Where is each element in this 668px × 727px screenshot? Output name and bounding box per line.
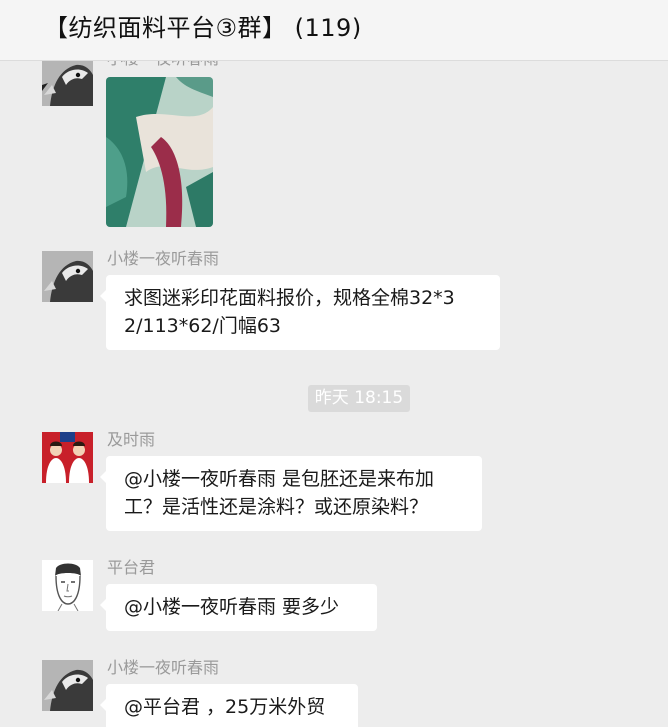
sketch-face-avatar[interactable] — [42, 560, 93, 611]
chat-area[interactable]: 小楼一夜听春雨 小楼一夜听春雨 求图迷彩印花面料报价 — [0, 61, 668, 727]
time-separator: 昨天 18:15 — [308, 385, 410, 412]
chat-header: 【纺织面料平台③群】 (119) — [0, 0, 668, 61]
sender-name[interactable]: 小楼一夜听春雨 — [107, 654, 219, 678]
eagle-avatar[interactable] — [42, 61, 93, 106]
group-title[interactable]: 【纺织面料平台③群】 (119) — [44, 8, 362, 43]
sender-name[interactable]: 小楼一夜听春雨 — [107, 245, 219, 269]
message-bubble[interactable]: @小楼一夜听春雨 是包胚还是来布加 工？是活性还是涂料？或还原染料？ — [100, 456, 482, 531]
message-bubble[interactable]: @小楼一夜听春雨 要多少 — [100, 584, 377, 631]
eagle-avatar[interactable] — [42, 251, 93, 302]
couple-avatar[interactable] — [42, 432, 93, 483]
sender-name[interactable]: 平台君 — [107, 554, 155, 578]
sender-name[interactable]: 及时雨 — [107, 426, 155, 450]
eagle-avatar[interactable] — [42, 660, 93, 711]
message-bubble[interactable]: @平台君 ，25万米外贸 — [100, 684, 358, 727]
fabric-image[interactable] — [106, 77, 213, 227]
sender-name[interactable]: 小楼一夜听春雨 — [107, 61, 219, 69]
message-bubble[interactable]: 求图迷彩印花面料报价，规格全棉32*3 2/113*62/门幅63 — [100, 275, 500, 350]
